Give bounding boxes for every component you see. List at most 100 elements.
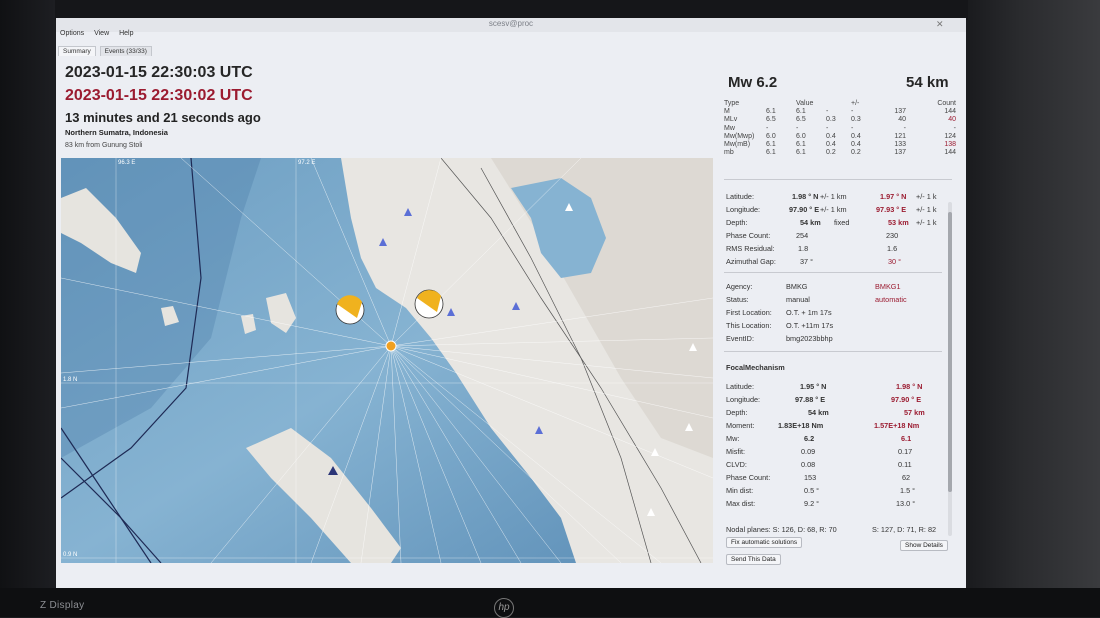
- show-details-button[interactable]: Show Details: [900, 540, 948, 551]
- focal-latitude: 1.95 ° N: [800, 382, 827, 391]
- mag-value-alt: 6.0: [796, 132, 806, 140]
- divider: [724, 272, 942, 273]
- mag-count-alt: 144: [944, 149, 956, 157]
- status2-value: automatic: [875, 295, 907, 304]
- region-name: Northern Sumatra, Indonesia: [65, 128, 168, 137]
- mag-value-alt: 6.5: [796, 116, 806, 124]
- mag-value: 6.0: [766, 132, 776, 140]
- focal-moment: 1.83E+18 Nm: [778, 421, 824, 430]
- mag-value: 6.1: [766, 108, 776, 116]
- origin-latitude-unc: +/- 1 km: [820, 192, 847, 201]
- focal-max-dist-label: Max dist:: [726, 499, 756, 508]
- send-data-button[interactable]: Send This Data: [726, 554, 781, 565]
- hp-logo-icon: hp: [494, 598, 514, 618]
- eventid-label: EventID:: [726, 334, 754, 343]
- origin2-longitude: 97.93 ° E: [876, 205, 907, 214]
- origin-rms: 1.8: [798, 244, 809, 253]
- mag-unc: -: [826, 108, 829, 116]
- origin-time-alternate: 2023-01-15 22:30:02 UTC: [65, 87, 253, 104]
- event-map[interactable]: 96.3 E 97.2 E 1.8 N 0.9 N: [61, 158, 713, 563]
- origin2-depth-unc: +/- 1 k: [916, 218, 937, 227]
- origin-gap-label: Azimuthal Gap:: [726, 257, 776, 266]
- header-value: Value: [796, 100, 814, 108]
- mag-count: -: [903, 124, 906, 132]
- origin-depth-label: Depth:: [726, 218, 748, 227]
- mag-count-alt: 138: [944, 141, 956, 149]
- table-row[interactable]: Mw(mB) 6.1 6.1 0.4 0.4 133 138: [724, 141, 956, 149]
- agency2-value: BMKG1: [875, 282, 901, 291]
- origin-time: 2023-01-15 22:30:03 UTC: [65, 64, 253, 81]
- origin-phase-count: 254: [796, 231, 809, 240]
- focal2-moment: 1.57E+18 Nm: [874, 421, 920, 430]
- focal-depth-label: Depth:: [726, 408, 748, 417]
- magnitude-headline: Mw 6.2: [728, 74, 778, 91]
- first-location-label: First Location:: [726, 308, 772, 317]
- origin2-latitude-unc: +/- 1 k: [916, 192, 937, 201]
- details-scrollbar-thumb[interactable]: [948, 212, 952, 492]
- mag-count: 40: [898, 116, 906, 124]
- epicenter-marker[interactable]: [385, 340, 397, 352]
- focal2-phase-count: 62: [902, 473, 911, 482]
- mag-value: 6.5: [766, 116, 776, 124]
- focal-mw-label: Mw:: [726, 434, 740, 443]
- origin-phase-label: Phase Count:: [726, 231, 771, 240]
- mag-count: 137: [894, 108, 906, 116]
- table-row[interactable]: mb 6.1 6.1 0.2 0.2 137 144: [724, 149, 956, 157]
- mag-count-alt: 40: [948, 116, 956, 124]
- monitor-bezel-right: [968, 0, 1100, 617]
- mag-unc-alt: 0.4: [851, 132, 861, 140]
- focal-min-dist-label: Min dist:: [726, 486, 754, 495]
- mag-value: 6.1: [766, 149, 776, 157]
- origin-latitude-label: Latitude:: [726, 192, 754, 201]
- grid-label-lon2: 97.2 E: [298, 160, 315, 166]
- beachball-manual[interactable]: [414, 289, 444, 319]
- menu-view[interactable]: View: [94, 30, 109, 37]
- mag-unc: 0.3: [826, 116, 836, 124]
- table-row[interactable]: Mw - - - - - -: [724, 125, 956, 133]
- tab-summary[interactable]: Summary: [58, 46, 96, 56]
- header-count: Count: [937, 100, 956, 108]
- mag-value-alt: 6.1: [796, 149, 806, 157]
- mag-unc-alt: 0.2: [851, 149, 861, 157]
- origin2-depth: 53 km: [888, 218, 909, 227]
- origin2-latitude: 1.97 ° N: [880, 192, 907, 201]
- table-row[interactable]: MLv 6.5 6.5 0.3 0.3 40 40: [724, 116, 956, 124]
- mag-value-alt: 6.1: [796, 141, 806, 149]
- mag-unc: 0.4: [826, 132, 836, 140]
- tab-bar: Summary Events (33/33): [58, 46, 154, 58]
- beachball-automatic[interactable]: [335, 295, 365, 325]
- mag-count: 137: [894, 149, 906, 157]
- focal2-depth: 57 km: [904, 408, 925, 417]
- origin-rms-label: RMS Residual:: [726, 244, 775, 253]
- elapsed-time: 13 minutes and 21 seconds ago: [65, 110, 261, 125]
- monitor-bezel-bottom: [0, 588, 1100, 617]
- mag-count-alt: -: [953, 124, 956, 132]
- table-row[interactable]: Mw(Mwp) 6.0 6.0 0.4 0.4 121 124: [724, 133, 956, 141]
- eventid-value[interactable]: bmg2023bbhp: [786, 334, 833, 343]
- monitor-brand-label: Z Display: [40, 600, 85, 611]
- nodal-planes-alt: S: 127, D: 71, R: 82: [872, 525, 937, 534]
- focal2-misfit: 0.17: [898, 447, 913, 456]
- menu-options[interactable]: Options: [60, 30, 84, 37]
- monitor-bezel-left: [0, 0, 55, 617]
- fix-automatic-button[interactable]: Fix automatic solutions: [726, 537, 803, 548]
- focal-misfit: 0.09: [801, 447, 816, 456]
- mag-type: Mw(mB): [724, 141, 751, 149]
- mag-type: Mw(Mwp): [724, 132, 755, 140]
- grid-label-lat2: 0.9 N: [63, 552, 77, 558]
- close-icon[interactable]: ✕: [936, 19, 944, 30]
- divider: [724, 351, 942, 352]
- menu-help[interactable]: Help: [119, 30, 133, 37]
- depth-headline: 54 km: [906, 74, 949, 91]
- focal-max-dist: 9.2 °: [804, 499, 820, 508]
- grid-label-lat1: 1.8 N: [63, 377, 77, 383]
- focal2-latitude: 1.98 ° N: [896, 382, 923, 391]
- status-label: Status:: [726, 295, 749, 304]
- focal-phase-label: Phase Count:: [726, 473, 771, 482]
- map-canvas[interactable]: 96.3 E 97.2 E 1.8 N 0.9 N: [61, 158, 713, 563]
- mag-unc-alt: 0.4: [851, 141, 861, 149]
- origin-longitude: 97.90 ° E: [789, 205, 820, 214]
- status-value: manual: [786, 295, 810, 304]
- table-row[interactable]: M 6.1 6.1 - - 137 144: [724, 108, 956, 116]
- tab-events[interactable]: Events (33/33): [99, 46, 152, 56]
